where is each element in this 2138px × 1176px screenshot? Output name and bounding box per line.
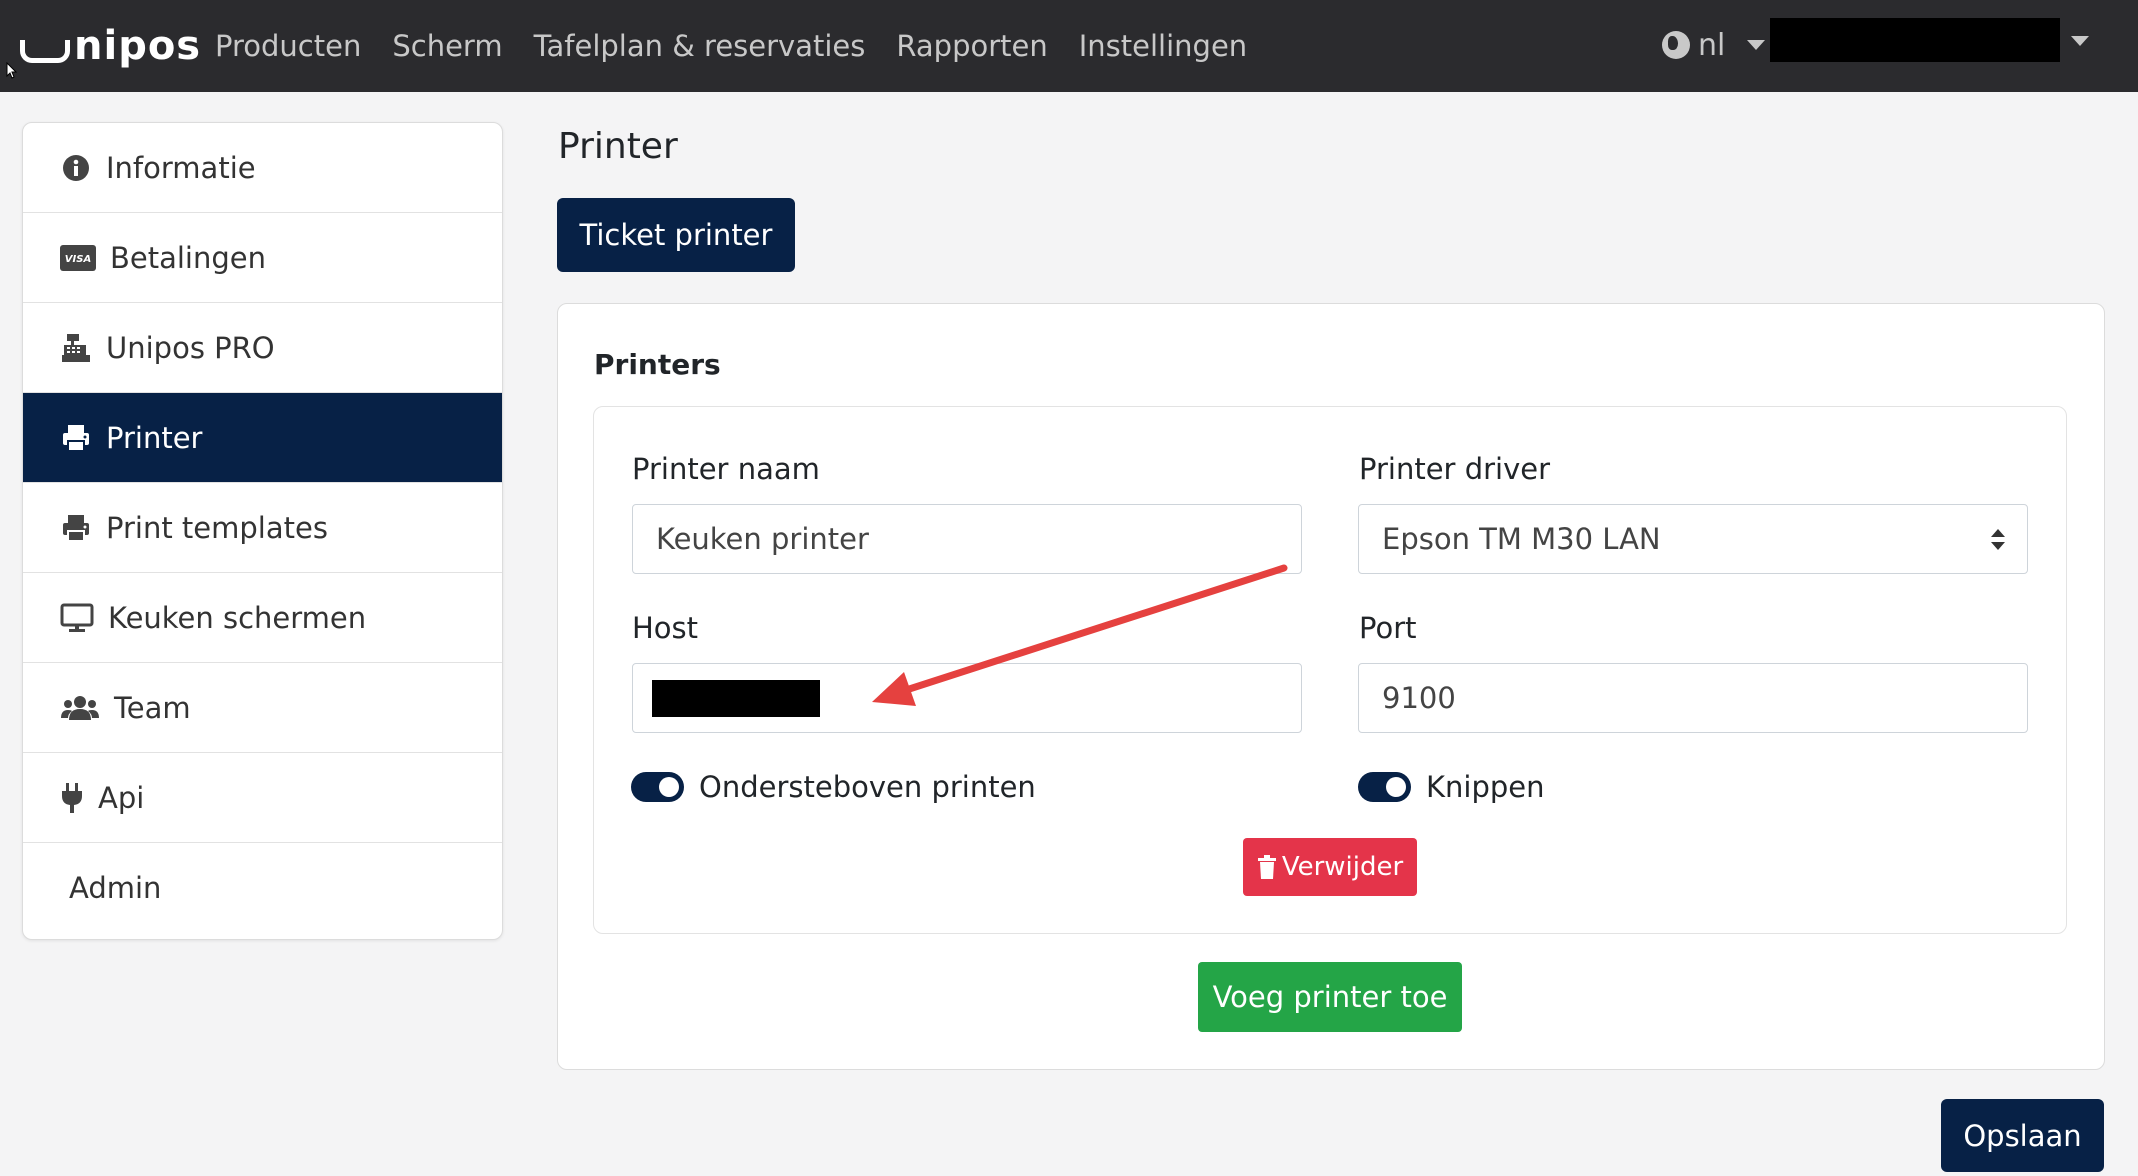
upside-down-label: Ondersteboven printen <box>699 770 1036 804</box>
delete-printer-button[interactable]: Verwijder <box>1243 838 1417 896</box>
sidebar-item-label: Api <box>98 780 145 815</box>
logo-u-mark <box>20 39 70 63</box>
printer-icon <box>60 422 92 454</box>
toggle-knob <box>659 777 679 797</box>
sidebar-item-keuken-schermen[interactable]: Keuken schermen <box>23 573 502 663</box>
port-value: 9100 <box>1382 681 1456 715</box>
users-icon <box>60 692 100 724</box>
printers-card-title: Printers <box>594 348 721 381</box>
settings-sidebar: Informatie VISA Betalingen Unipos PRO Pr… <box>22 122 503 940</box>
sidebar-item-label: Team <box>114 690 191 725</box>
user-menu-redacted[interactable] <box>1770 18 2060 62</box>
main-nav: Producten Scherm Tafelplan & reservaties… <box>215 0 1278 92</box>
logo-text: nipos <box>74 23 202 69</box>
globe-icon <box>1662 31 1690 59</box>
sidebar-item-api[interactable]: Api <box>23 753 502 843</box>
svg-text:VISA: VISA <box>65 254 91 265</box>
cut-label: Knippen <box>1426 770 1545 804</box>
printer-name-value: Keuken printer <box>656 522 869 556</box>
unipos-logo[interactable]: nipos <box>20 18 201 74</box>
printer-icon <box>60 512 92 544</box>
monitor-icon <box>60 602 94 634</box>
sidebar-item-label: Betalingen <box>110 240 267 275</box>
select-arrows-icon <box>1991 529 2005 551</box>
add-printer-button[interactable]: Voeg printer toe <box>1198 962 1462 1032</box>
sidebar-item-admin[interactable]: Admin <box>23 843 502 933</box>
chevron-down-icon <box>1747 40 1766 50</box>
toggle-knob <box>1386 777 1406 797</box>
cut-toggle[interactable] <box>1358 772 1411 802</box>
save-button[interactable]: Opslaan <box>1941 1099 2104 1172</box>
sidebar-item-unipos-pro[interactable]: Unipos PRO <box>23 303 502 393</box>
ticket-printer-tab-button[interactable]: Ticket printer <box>557 198 795 272</box>
nav-scherm[interactable]: Scherm <box>392 29 502 63</box>
printer-name-label: Printer naam <box>632 452 820 486</box>
trash-icon <box>1257 855 1277 879</box>
printer-driver-value: Epson TM M30 LAN <box>1382 522 1661 556</box>
printer-driver-label: Printer driver <box>1359 452 1551 486</box>
cash-register-icon <box>60 332 92 364</box>
page-title: Printer <box>558 126 678 167</box>
nav-rapporten[interactable]: Rapporten <box>896 29 1047 63</box>
sidebar-item-label: Informatie <box>106 150 256 185</box>
sidebar-item-label: Admin <box>69 871 162 905</box>
printer-driver-select[interactable]: Epson TM M30 LAN <box>1358 504 2028 574</box>
sidebar-item-label: Print templates <box>106 510 328 545</box>
host-label: Host <box>632 611 699 645</box>
sidebar-item-print-templates[interactable]: Print templates <box>23 483 502 573</box>
top-navbar: nipos Producten Scherm Tafelplan & reser… <box>0 0 2138 92</box>
port-label: Port <box>1359 611 1417 645</box>
language-label: nl <box>1698 27 1726 63</box>
port-input[interactable]: 9100 <box>1358 663 2028 733</box>
printer-name-input[interactable]: Keuken printer <box>632 504 1302 574</box>
info-circle-icon <box>60 152 92 184</box>
sidebar-item-team[interactable]: Team <box>23 663 502 753</box>
user-menu-chevron-down-icon[interactable] <box>2071 36 2089 46</box>
host-value-redacted <box>652 680 820 717</box>
language-selector[interactable]: nl <box>1662 22 1766 68</box>
mouse-cursor-icon <box>6 62 18 79</box>
sidebar-item-printer[interactable]: Printer <box>23 393 502 483</box>
upside-down-toggle[interactable] <box>631 772 684 802</box>
delete-button-label: Verwijder <box>1281 852 1404 882</box>
nav-tafelplan-reservaties[interactable]: Tafelplan & reservaties <box>534 29 866 63</box>
plug-icon <box>60 782 84 814</box>
sidebar-item-betalingen[interactable]: VISA Betalingen <box>23 213 502 303</box>
visa-card-icon: VISA <box>60 242 96 274</box>
sidebar-item-informatie[interactable]: Informatie <box>23 123 502 213</box>
sidebar-item-label: Keuken schermen <box>108 600 367 635</box>
sidebar-item-label: Unipos PRO <box>106 330 275 365</box>
sidebar-item-label: Printer <box>106 420 203 455</box>
nav-producten[interactable]: Producten <box>215 29 361 63</box>
nav-instellingen[interactable]: Instellingen <box>1079 29 1247 63</box>
